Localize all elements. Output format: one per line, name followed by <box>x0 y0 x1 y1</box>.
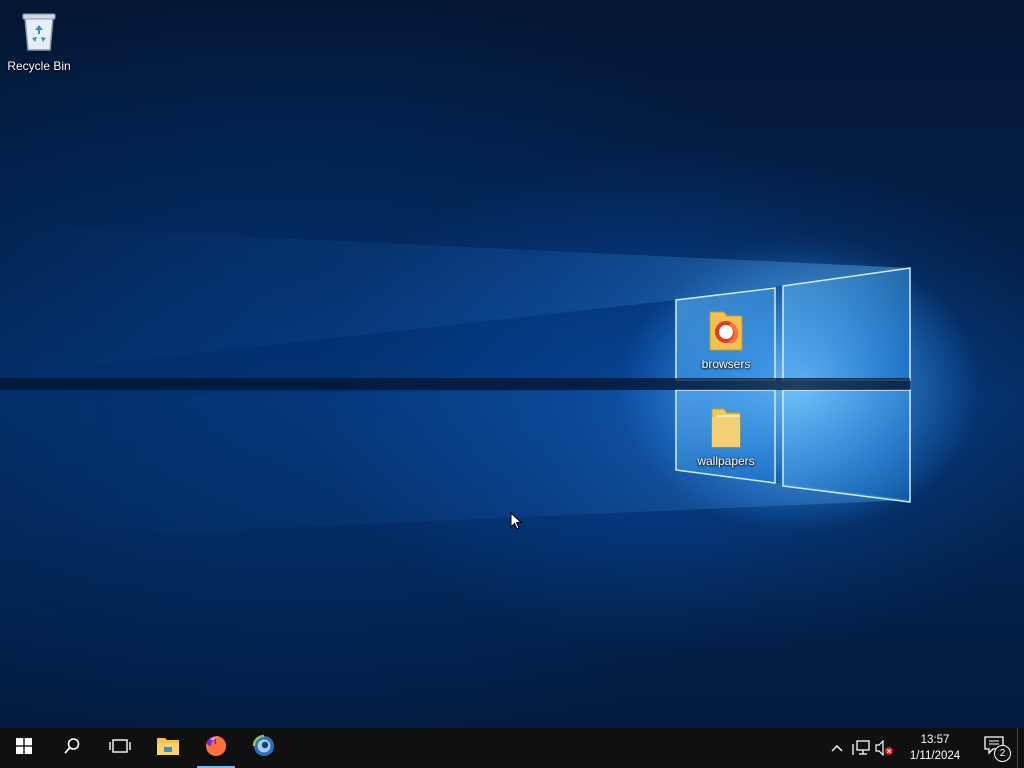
browsers-label: browsers <box>701 357 751 371</box>
recycle-bin-desktop-icon[interactable]: Recycle Bin <box>1 8 77 73</box>
browsers-folder-icon[interactable]: browsers <box>688 306 764 371</box>
search-button[interactable] <box>48 728 96 768</box>
wallpaper <box>0 225 980 540</box>
task-view-icon <box>109 738 131 758</box>
folder-icon <box>702 306 750 354</box>
wallpapers-label: wallpapers <box>697 454 755 468</box>
firefox-button[interactable] <box>192 728 240 768</box>
windows-start-icon <box>16 738 32 758</box>
network-icon[interactable] <box>849 728 873 768</box>
chevron-up-icon[interactable] <box>825 728 849 768</box>
folder-icon <box>702 403 750 451</box>
desktop[interactable]: Recycle Bin browsers wallpapers <box>0 0 1024 728</box>
action-center-button[interactable]: 2 <box>973 728 1017 768</box>
task-view-button[interactable] <box>96 728 144 768</box>
browser-button[interactable] <box>240 728 288 768</box>
mouse-cursor-icon <box>510 511 523 535</box>
recycle-bin-icon <box>15 8 63 56</box>
recycle-bin-label: Recycle Bin <box>7 59 71 73</box>
clock-time: 13:57 <box>920 734 950 746</box>
search-icon <box>63 737 81 759</box>
file-explorer-button[interactable] <box>144 728 192 768</box>
firefox-icon <box>204 734 228 762</box>
show-desktop-button[interactable] <box>1017 728 1024 768</box>
notification-count-badge: 2 <box>994 745 1011 762</box>
clock[interactable]: 13:57 1/11/2024 <box>897 732 973 764</box>
taskbar: 13:57 1/11/2024 2 <box>0 728 1024 768</box>
wallpapers-folder-icon[interactable]: wallpapers <box>688 403 764 468</box>
file-explorer-icon <box>156 736 180 760</box>
volume-muted-icon[interactable] <box>873 728 897 768</box>
system-tray: 13:57 1/11/2024 2 <box>825 728 1024 768</box>
browser-globe-icon <box>252 734 276 762</box>
start-button[interactable] <box>0 728 48 768</box>
clock-date: 1/11/2024 <box>909 750 961 762</box>
